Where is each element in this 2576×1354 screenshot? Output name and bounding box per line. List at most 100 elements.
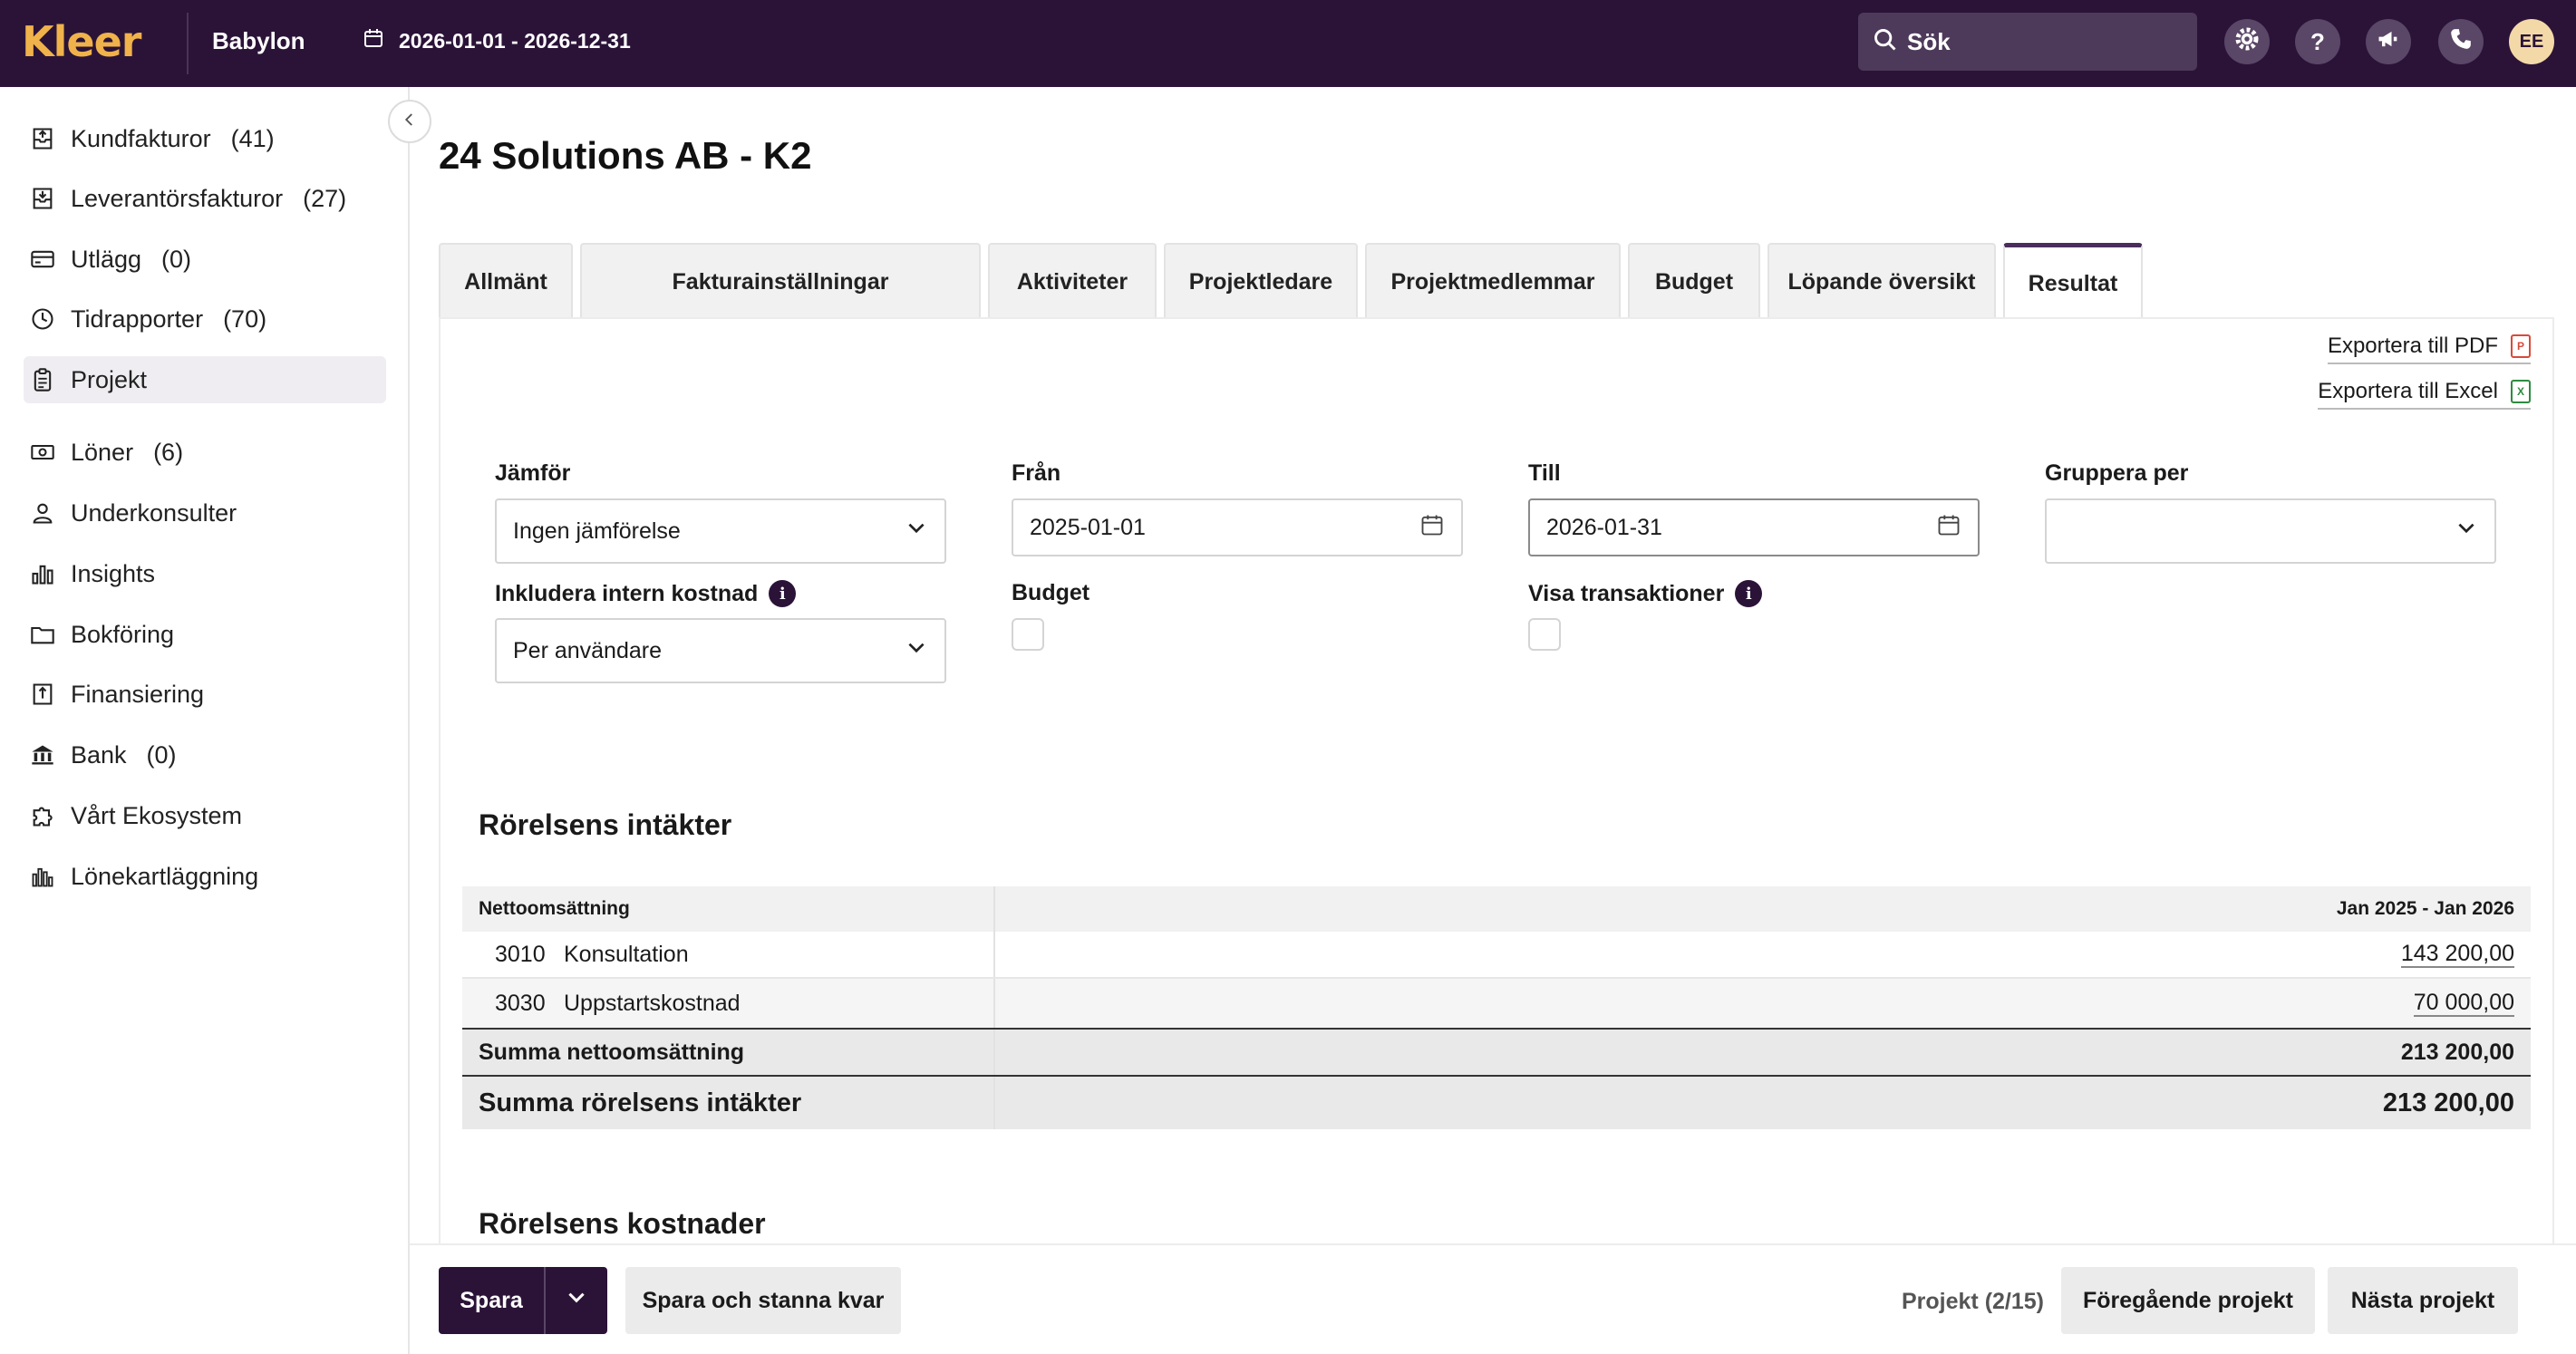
topbar-divider [187, 13, 189, 74]
info-icon[interactable]: i [1735, 580, 1763, 607]
collapse-sidebar-button[interactable] [388, 100, 431, 143]
sidebar-item-label: Utlägg [71, 245, 142, 273]
sidebar-item-count: (41) [230, 124, 275, 152]
sidebar-item-projekt[interactable]: Projekt [24, 356, 386, 403]
group-by-label: Gruppera per [2045, 460, 2189, 486]
sidebar-item-insights[interactable]: Insights [24, 550, 386, 597]
page-title: 24 Solutions AB - K2 [439, 134, 812, 177]
sidebar-item-count: (0) [146, 740, 177, 769]
sum-net-sales-row: Summa nettoomsättning 213 200,00 [462, 1028, 2531, 1077]
tab-projektmedlemmar[interactable]: Projektmedlemmar [1365, 243, 1621, 319]
tab-budget[interactable]: Budget [1628, 243, 1760, 319]
account-number: 3030 [495, 990, 546, 1016]
sidebar-item-bank[interactable]: Bank (0) [24, 731, 386, 779]
amount-link[interactable]: 70 000,00 [2413, 990, 2514, 1017]
export-excel-label: Exportera till Excel [2318, 379, 2498, 403]
sidebar-item-leverantorsfakturor[interactable]: Leverantörsfakturor (27) [24, 175, 386, 222]
to-date-input[interactable]: 2026-01-31 [1528, 498, 1980, 556]
announcements-button[interactable] [2366, 19, 2411, 64]
info-icon[interactable]: i [769, 580, 797, 607]
show-transactions-checkbox[interactable] [1528, 618, 1561, 651]
export-excel-link[interactable]: Exportera till Excel X [2318, 379, 2531, 410]
calendar-icon[interactable] [1936, 512, 1961, 544]
sidebar-item-utlagg[interactable]: Utlägg (0) [24, 236, 386, 283]
sum-income-label: Summa rörelsens intäkter [462, 1077, 995, 1129]
sidebar-item-label: Bank [71, 740, 127, 769]
salary-chart-icon [29, 863, 56, 890]
sum-net-sales-value: 213 200,00 [2400, 1039, 2514, 1065]
top-bar: Kleer Babylon 2026-01-01 - 2026-12-31 Sö… [0, 0, 2576, 87]
save-button[interactable]: Spara [439, 1267, 544, 1334]
calendar-icon[interactable] [1419, 512, 1445, 544]
group-by-select[interactable] [2045, 498, 2496, 564]
costs-section-title: Rörelsens kostnader [479, 1207, 766, 1240]
chevron-down-icon [2455, 517, 2478, 546]
save-options-button[interactable] [546, 1267, 607, 1334]
sidebar-item-label: Underkonsulter [71, 498, 237, 527]
from-date-input[interactable]: 2025-01-01 [1012, 498, 1463, 556]
sidebar-item-tidrapporter[interactable]: Tidrapporter (70) [24, 295, 386, 343]
clipboard-icon [29, 366, 56, 393]
compare-select[interactable]: Ingen jämförelse [495, 498, 946, 564]
sidebar-item-bokforing[interactable]: Bokföring [24, 611, 386, 658]
tab-allmant[interactable]: Allmänt [439, 243, 573, 319]
next-project-button[interactable]: Nästa projekt [2328, 1267, 2518, 1334]
logo-text: Kleer [22, 17, 141, 66]
sum-income-row: Summa rörelsens intäkter 213 200,00 [462, 1077, 2531, 1129]
table-row-account: 3010 Konsultation [462, 932, 995, 977]
sidebar-item-lonekartlaggning[interactable]: Lönekartläggning [24, 853, 386, 900]
income-table: Nettoomsättning Jan 2025 - Jan 2026 3010… [462, 886, 2531, 1129]
user-icon [29, 499, 56, 527]
sum-net-sales-label: Summa nettoomsättning [462, 1030, 995, 1075]
tab-aktiviteter[interactable]: Aktiviteter [988, 243, 1157, 319]
sidebar-item-label: Finansiering [71, 680, 205, 708]
amount-link[interactable]: 143 200,00 [2400, 941, 2514, 968]
budget-checkbox[interactable] [1012, 618, 1044, 651]
phone-icon [2449, 27, 2473, 57]
question-icon: ? [2310, 27, 2325, 55]
sidebar-item-vart-ekosystem[interactable]: Vårt Ekosystem [24, 792, 386, 839]
sidebar-item-label: Tidrapporter [71, 305, 204, 333]
tab-projektledare[interactable]: Projektledare [1164, 243, 1358, 319]
chevron-left-icon [402, 111, 418, 132]
budget-label: Budget [1012, 580, 1090, 605]
company-switcher[interactable]: Babylon [212, 27, 305, 55]
previous-project-button[interactable]: Föregående projekt [2061, 1267, 2315, 1334]
to-label: Till [1528, 460, 1561, 486]
export-pdf-link[interactable]: Exportera till PDF P [2327, 334, 2531, 364]
search-input[interactable]: Sök [1858, 13, 2197, 71]
sidebar-item-label: Leverantörsfakturor [71, 184, 284, 212]
help-button[interactable]: ? [2295, 19, 2340, 64]
save-and-stay-button[interactable]: Spara och stanna kvar [625, 1267, 901, 1334]
sidebar-item-kundfakturor[interactable]: Kundfakturor (41) [24, 115, 386, 162]
sidebar-item-label: Insights [71, 559, 156, 587]
tab-bar: Allmänt Fakturainställningar Aktiviteter… [439, 243, 2143, 321]
calendar-icon [363, 27, 384, 54]
sidebar-item-count: (6) [153, 438, 184, 466]
tab-resultat[interactable]: Resultat [2003, 243, 2143, 321]
kleer-logo[interactable]: Kleer [22, 17, 167, 66]
internal-cost-select[interactable]: Per användare [495, 618, 946, 683]
internal-cost-value: Per användare [513, 637, 663, 663]
bar-chart-icon [29, 560, 56, 587]
tab-fakturainstallningar[interactable]: Fakturainställningar [580, 243, 981, 319]
export-pdf-label: Exportera till PDF [2327, 334, 2498, 358]
table-row-amount-cell: 70 000,00 [995, 979, 2531, 1028]
tab-lopande-oversikt[interactable]: Löpande översikt [1767, 243, 1996, 319]
chevron-down-icon [905, 636, 928, 666]
sidebar-item-loner[interactable]: Löner (6) [24, 429, 386, 476]
sidebar-item-finansiering[interactable]: Finansiering [24, 671, 386, 718]
money-icon [29, 439, 56, 466]
sidebar-item-label: Kundfakturor [71, 124, 211, 152]
period-selector[interactable]: 2026-01-01 - 2026-12-31 [363, 27, 631, 54]
settings-button[interactable] [2224, 19, 2270, 64]
sidebar-item-count: (0) [161, 245, 192, 273]
contact-button[interactable] [2438, 19, 2484, 64]
sidebar-item-label: Lönekartläggning [71, 862, 259, 890]
table-row-account: 3030 Uppstartskostnad [462, 979, 995, 1028]
user-avatar[interactable]: EE [2509, 19, 2554, 64]
sidebar-item-count: (70) [223, 305, 267, 333]
invoice-out-icon [29, 125, 56, 152]
table-row: 3010 Konsultation 143 200,00 [462, 932, 2531, 979]
sidebar-item-underkonsulter[interactable]: Underkonsulter [24, 489, 386, 537]
